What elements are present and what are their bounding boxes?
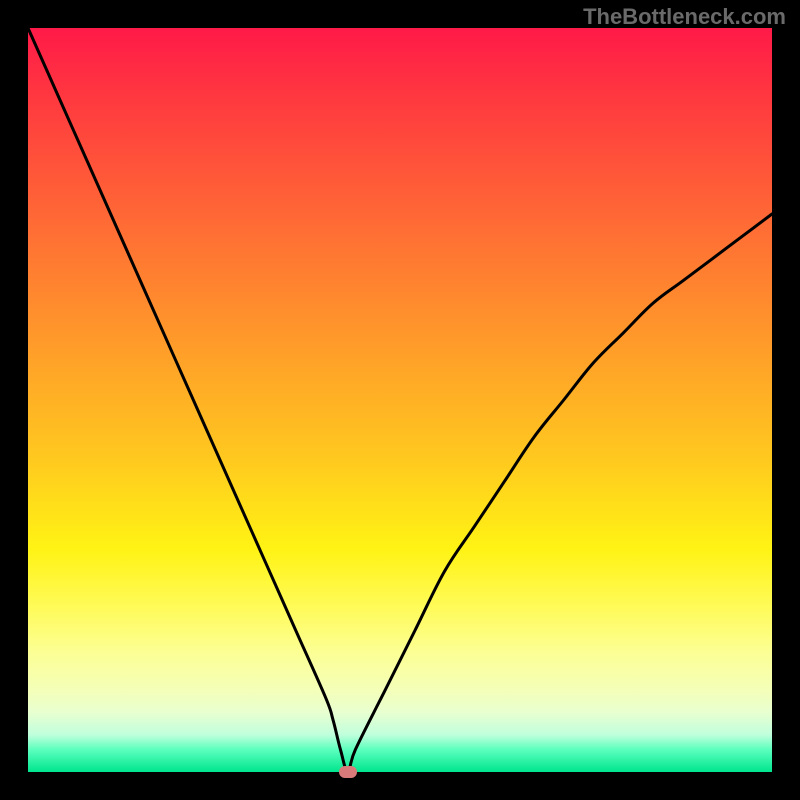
chart-plot-area: [28, 28, 772, 772]
chart-line: [28, 28, 772, 772]
chart-line-path: [28, 28, 772, 772]
min-marker: [339, 766, 357, 778]
watermark-text: TheBottleneck.com: [583, 4, 786, 30]
